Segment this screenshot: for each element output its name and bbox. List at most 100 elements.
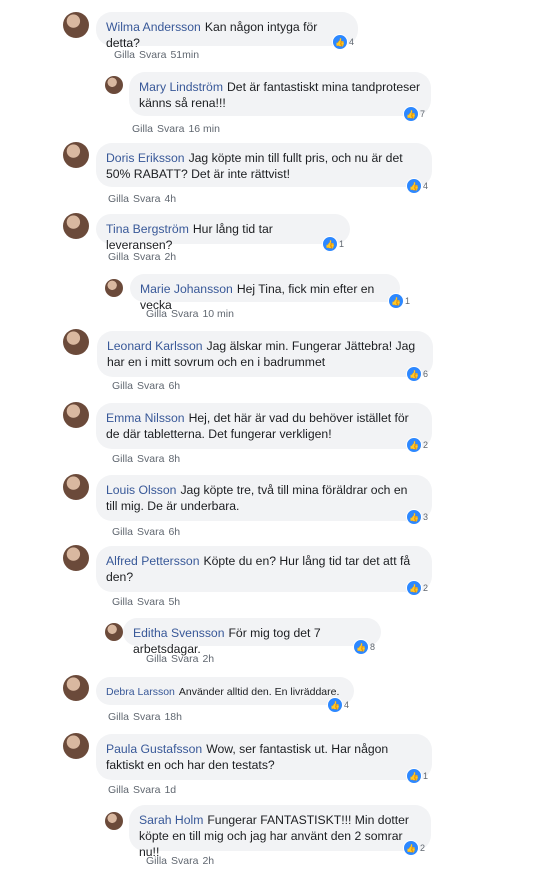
reply-button[interactable]: Svara [137,526,164,538]
comment-author[interactable]: Wilma Andersson [106,20,201,34]
comment-bubble: Sarah Holm Fungerar FANTASTISKT!!! Min do… [129,805,431,859]
like-button[interactable]: Gilla [112,596,133,608]
avatar[interactable] [63,142,89,168]
comment-author[interactable]: Paula Gustafsson [106,742,202,756]
comment-author[interactable]: Marie Johansson [140,282,233,296]
comment-bubble: Editha Svensson För mig tog det 7 arbetsd… [123,618,381,656]
reply-button[interactable]: Svara [137,380,164,392]
timestamp: 4h [164,193,177,205]
comment-author[interactable]: Emma Nilsson [106,411,185,425]
comment-meta: Gilla Svara 8h [112,453,180,465]
comment-meta: Gilla Svara 1d [108,784,176,796]
timestamp: 6h [168,380,181,392]
like-button[interactable]: Gilla [112,526,133,538]
avatar[interactable] [105,812,123,830]
like-count[interactable]: 👍 4 [327,697,349,713]
timestamp: 2h [202,653,215,665]
comment-bubble: Louis Olsson Jag köpte tre, två till mina… [96,475,432,521]
avatar[interactable] [63,12,89,38]
avatar[interactable] [63,545,89,571]
like-button[interactable]: Gilla [146,653,167,665]
avatar[interactable] [63,402,89,428]
comment-meta: Gilla Svara 10 min [146,308,234,320]
comment-bubble: Alfred Pettersson Köpte du en? Hur lång t… [96,546,432,592]
avatar[interactable] [63,474,89,500]
like-button[interactable]: Gilla [112,453,133,465]
comment-bubble: Marie Johansson Hej Tina, fick min efter … [130,274,400,312]
like-button[interactable]: Gilla [108,193,129,205]
reply-button[interactable]: Svara [157,123,184,135]
like-count[interactable]: 👍 6 [406,366,428,382]
comment-meta: Gilla Svara 18h [108,711,182,723]
reply-button[interactable]: Svara [137,453,164,465]
comment-author[interactable]: Louis Olsson [106,483,176,497]
comment-author[interactable]: Editha Svensson [133,626,224,640]
like-count[interactable]: 👍 2 [406,580,428,596]
comment-meta: Gilla Svara 2h [146,653,214,665]
like-button[interactable]: Gilla [108,711,129,723]
like-count[interactable]: 👍 1 [406,768,428,784]
timestamp: 18h [164,711,182,723]
avatar[interactable] [63,675,89,701]
reply-button[interactable]: Svara [171,653,198,665]
reply-button[interactable]: Svara [133,784,160,796]
comment-meta: Gilla Svara 6h [112,380,180,392]
like-button[interactable]: Gilla [112,380,133,392]
avatar[interactable] [63,733,89,759]
thumbs-up-icon: 👍 [406,178,422,194]
comment-bubble: Leonard Karlsson Jag älskar min. Fungerar… [97,331,433,377]
thumbs-up-icon: 👍 [406,509,422,525]
avatar[interactable] [105,76,123,94]
like-button[interactable]: Gilla [108,251,129,263]
like-count[interactable]: 👍 4 [332,34,354,50]
avatar[interactable] [63,213,89,239]
comment-bubble: Debra Larsson Använder alltid den. En liv… [96,677,354,705]
like-count[interactable]: 👍 1 [388,293,410,309]
comment-bubble: Tina Bergström Hur lång tid tar leveranse… [96,214,350,252]
timestamp: 10 min [202,308,234,320]
like-count[interactable]: 👍 2 [403,840,425,856]
reply-button[interactable]: Svara [139,49,166,61]
comment-author[interactable]: Tina Bergström [106,222,189,236]
reply-button[interactable]: Svara [137,596,164,608]
like-count[interactable]: 👍 2 [406,437,428,453]
avatar[interactable] [63,329,89,355]
like-button[interactable]: Gilla [146,308,167,320]
comment-meta: Gilla Svara 6h [112,526,180,538]
comment-meta: Gilla Svara 16 min [132,123,220,135]
reply-button[interactable]: Svara [133,711,160,723]
like-count[interactable]: 👍 8 [353,639,375,655]
comment-bubble: Wilma Andersson Kan någon intyga för dett… [96,12,358,50]
reply-button[interactable]: Svara [133,251,160,263]
timestamp: 2h [164,251,177,263]
comment-author[interactable]: Debra Larsson [106,686,175,698]
comment-author[interactable]: Doris Eriksson [106,151,185,165]
comment-meta: Gilla Svara 2h [146,855,214,867]
thumbs-up-icon: 👍 [332,34,348,50]
timestamp: 8h [168,453,181,465]
thumbs-up-icon: 👍 [327,697,343,713]
like-count[interactable]: 👍 7 [403,106,425,122]
comment-author[interactable]: Leonard Karlsson [107,339,203,353]
avatar[interactable] [105,623,123,641]
like-button[interactable]: Gilla [114,49,135,61]
reply-button[interactable]: Svara [171,855,198,867]
like-button[interactable]: Gilla [146,855,167,867]
reply-button[interactable]: Svara [171,308,198,320]
avatar[interactable] [105,279,123,297]
thumbs-up-icon: 👍 [403,840,419,856]
thumbs-up-icon: 👍 [403,106,419,122]
reply-button[interactable]: Svara [133,193,160,205]
like-count[interactable]: 👍 1 [322,236,344,252]
like-count[interactable]: 👍 4 [406,178,428,194]
thumbs-up-icon: 👍 [406,580,422,596]
comment-author[interactable]: Alfred Pettersson [106,554,199,568]
comment-author[interactable]: Sarah Holm [139,813,203,827]
like-count[interactable]: 👍 3 [406,509,428,525]
comment-bubble: Paula Gustafsson Wow, ser fantastisk ut. … [96,734,432,780]
like-button[interactable]: Gilla [132,123,153,135]
thumbs-up-icon: 👍 [406,437,422,453]
like-button[interactable]: Gilla [108,784,129,796]
comment-bubble: Mary Lindström Det är fantastiskt mina ta… [129,72,431,116]
comment-author[interactable]: Mary Lindström [139,80,223,94]
